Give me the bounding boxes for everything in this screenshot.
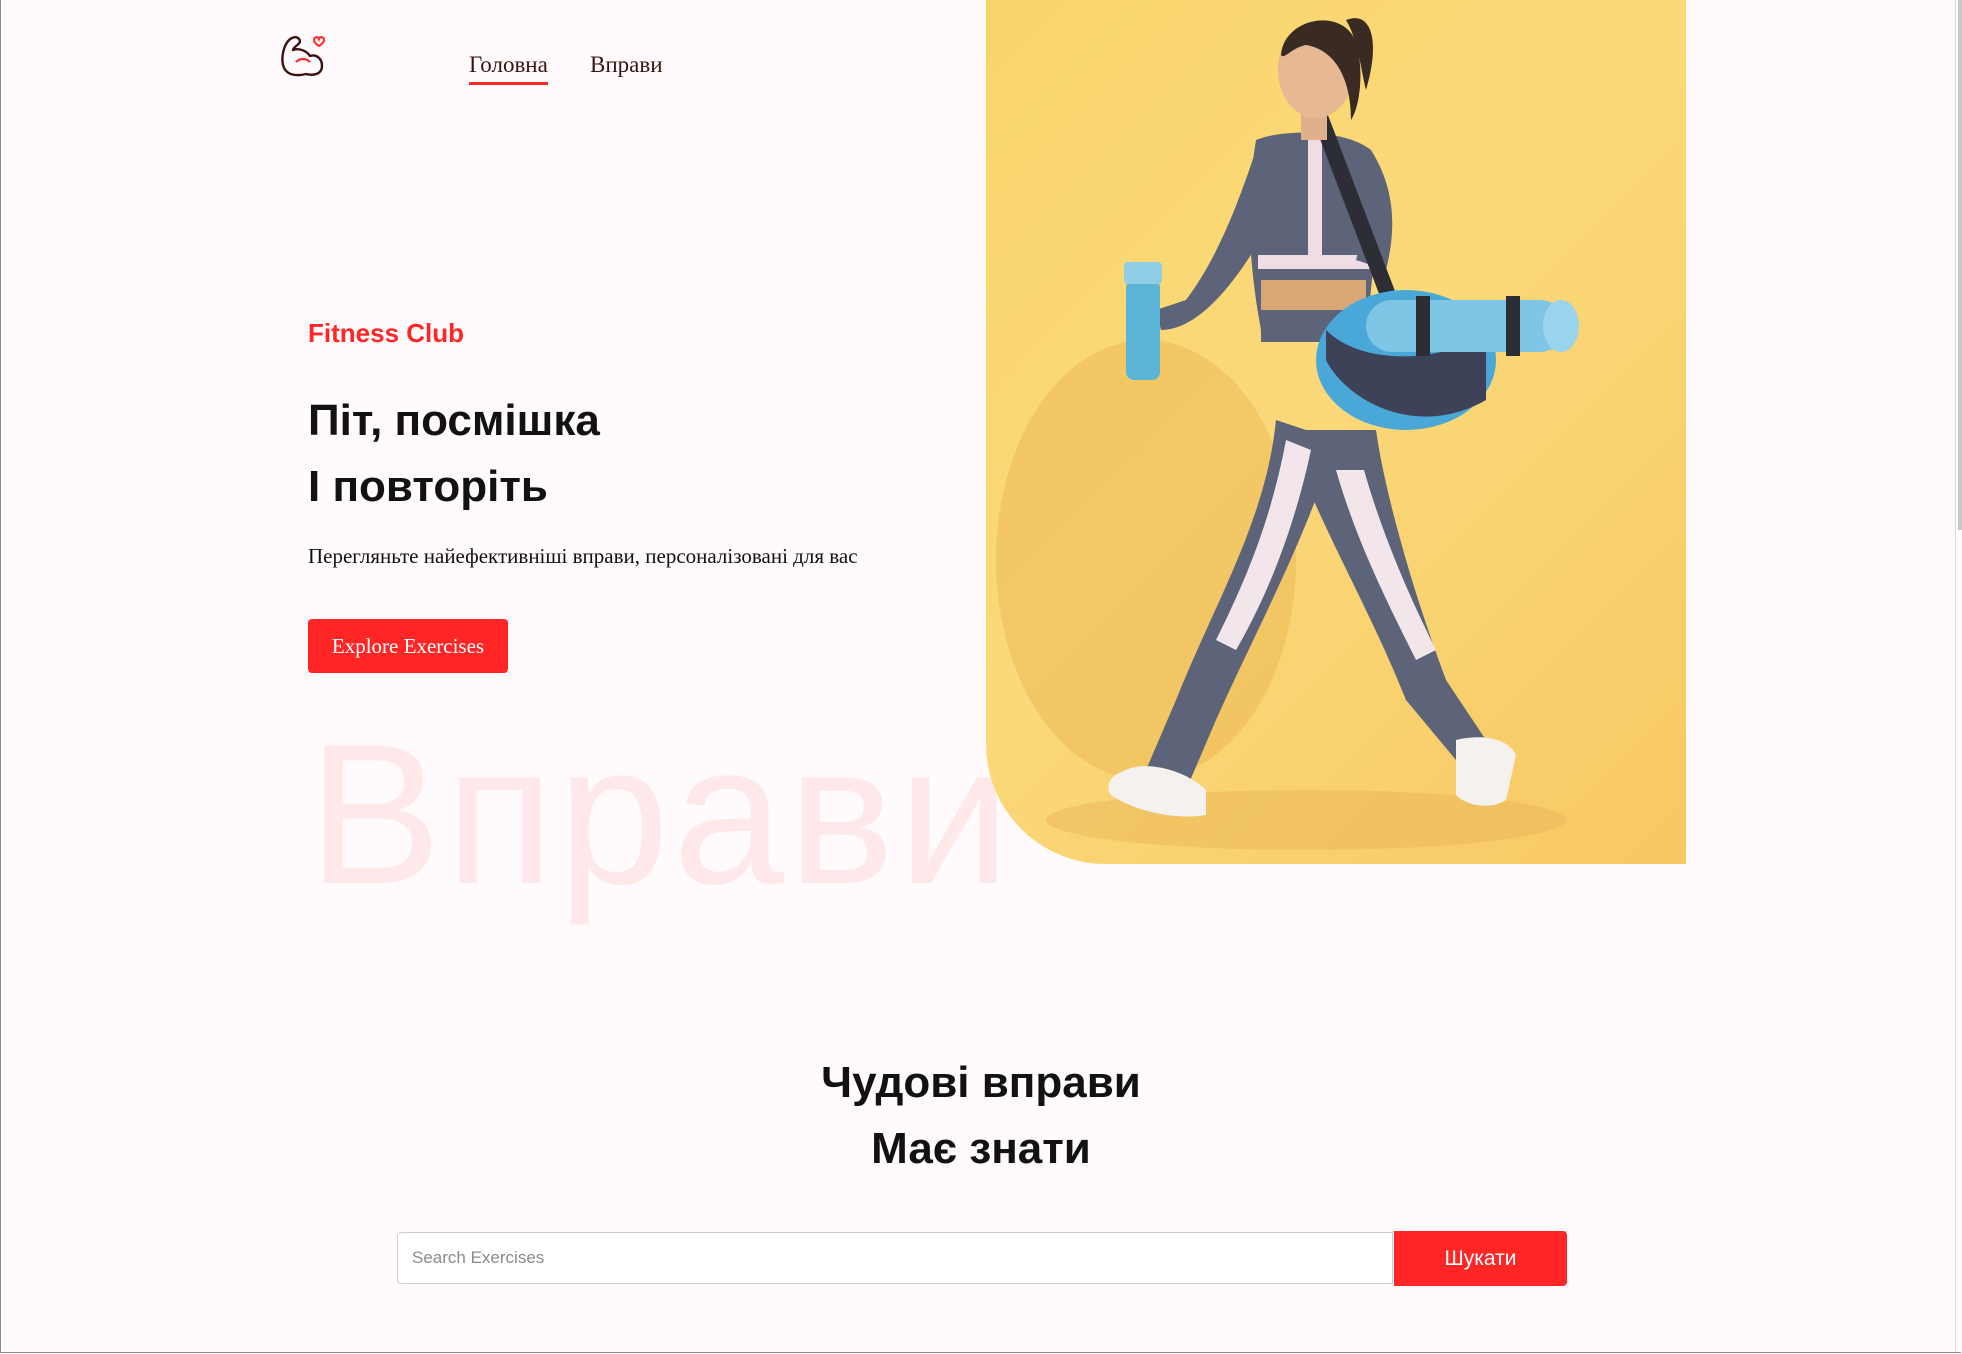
logo-icon[interactable] [276,28,330,82]
section-title-line1: Чудові вправи [821,1058,1141,1107]
search-input[interactable] [397,1232,1393,1284]
hero-banner-image [986,0,1686,864]
explore-exercises-button[interactable]: Explore Exercises [308,619,508,673]
hero-subtitle: Перегляньте найефективніші вправи, персо… [308,544,858,568]
hero-headline-line1: Піт, посмішка [308,396,600,445]
search-button[interactable]: Шукати [1394,1231,1567,1286]
hero-watermark-text: Вправи [308,703,1015,926]
section-title: Чудові вправи Має знати [0,1050,1962,1182]
hero-headline: Піт, посмішка І повторіть [308,388,600,520]
nav-exercises-link[interactable]: Вправи [590,52,663,82]
hero-eyebrow: Fitness Club [308,318,465,348]
hero-headline-line2: І повторіть [308,462,548,511]
section-title-line2: Має знати [871,1124,1091,1173]
nav-home-link[interactable]: Головна [469,52,548,85]
scrollbar-thumb[interactable] [1958,0,1962,530]
